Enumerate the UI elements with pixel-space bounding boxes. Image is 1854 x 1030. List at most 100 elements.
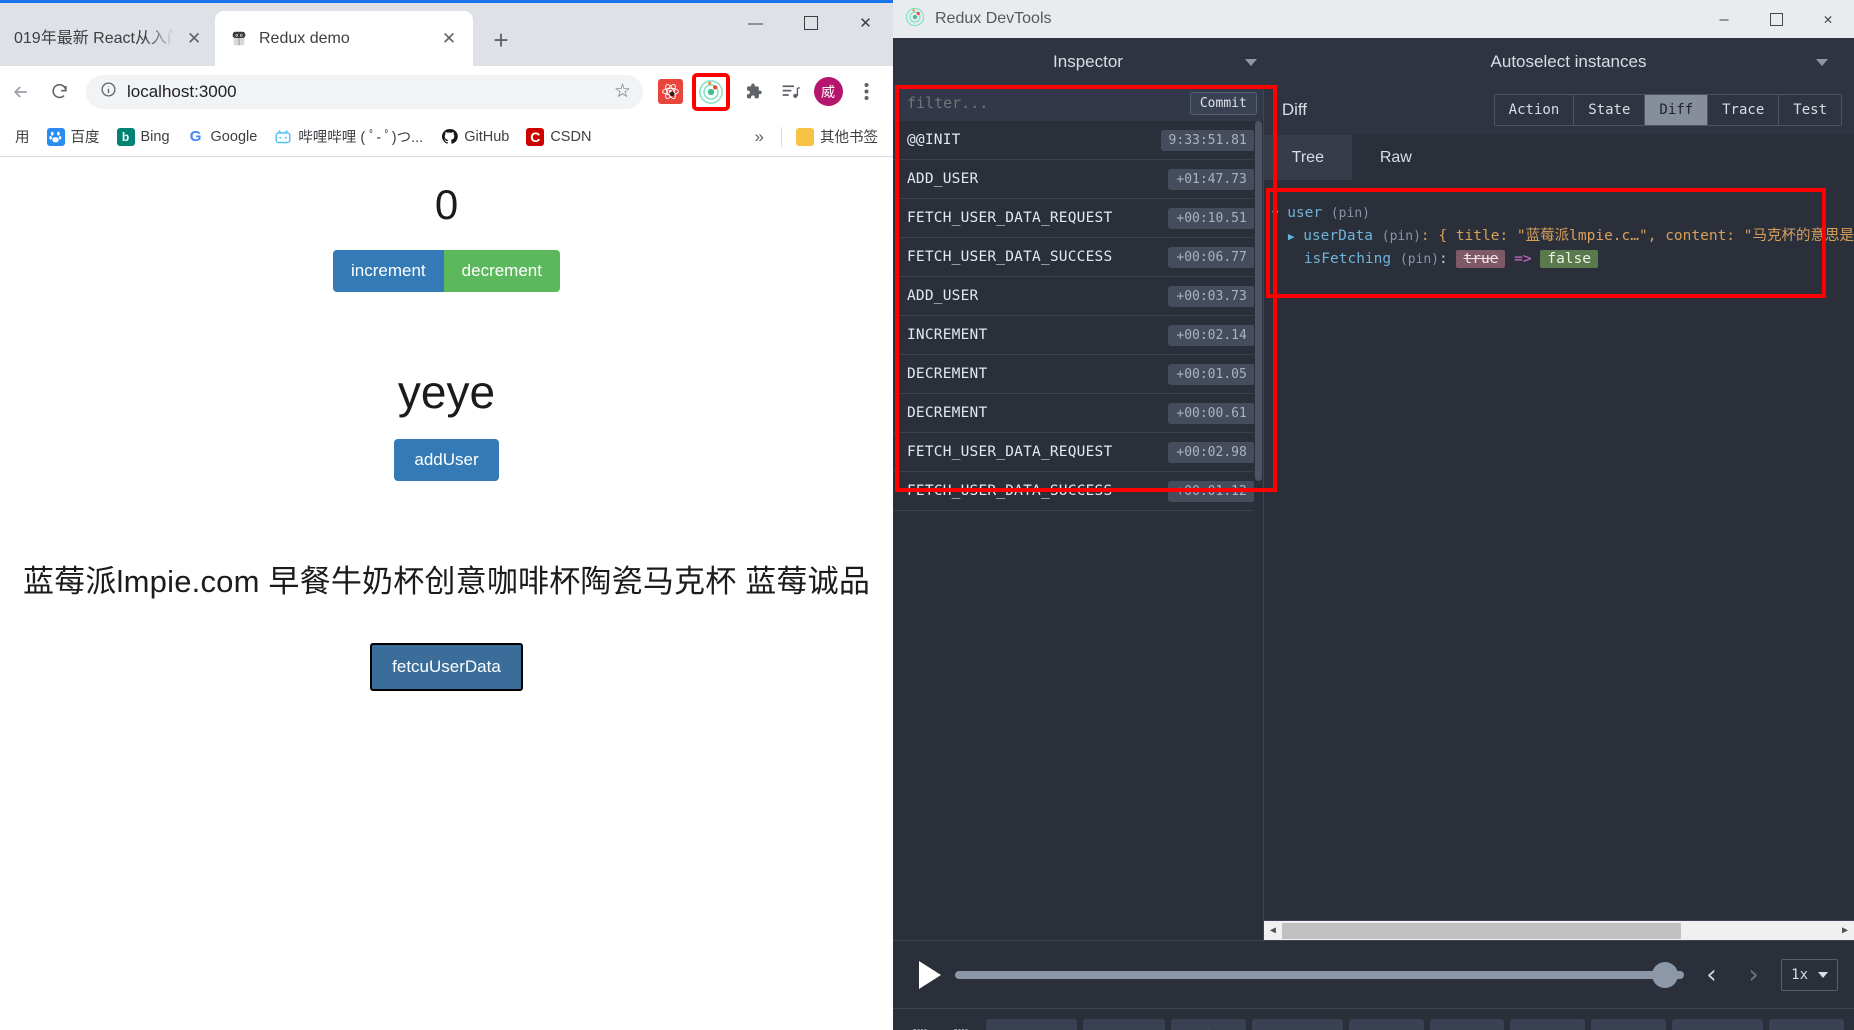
- bookmark-item-bing[interactable]: b Bing: [110, 124, 177, 150]
- export-button[interactable]: [1510, 1019, 1586, 1030]
- maximize-button[interactable]: [783, 3, 838, 43]
- site-info-icon[interactable]: [100, 81, 117, 103]
- extension-react-devtools-icon[interactable]: [653, 75, 687, 109]
- chevron-right-icon[interactable]: ▶: [1288, 230, 1295, 243]
- scroll-right-icon[interactable]: ▶: [1836, 925, 1854, 936]
- table-row[interactable]: ADD_USER +00:03.73: [893, 277, 1263, 316]
- keyboard-button[interactable]: [1251, 1019, 1343, 1030]
- instances-selector[interactable]: Autoselect instances: [1283, 38, 1854, 85]
- time-travel-slider[interactable]: [955, 961, 1684, 988]
- settings-button[interactable]: [1769, 1019, 1845, 1030]
- step-forward-button[interactable]: ›: [1739, 960, 1767, 990]
- table-row[interactable]: DECREMENT +00:01.05: [893, 355, 1263, 394]
- action-name: DECREMENT: [907, 366, 988, 382]
- tab-close-icon[interactable]: ✕: [185, 27, 203, 51]
- slider-track[interactable]: [955, 970, 1684, 979]
- bing-icon: b: [116, 127, 135, 146]
- increment-button[interactable]: increment: [333, 250, 444, 292]
- new-tab-button[interactable]: +: [483, 22, 519, 58]
- bookmark-item-google[interactable]: G Google: [180, 124, 265, 150]
- tab-diff[interactable]: Diff: [1645, 95, 1709, 125]
- bookmark-item-csdn[interactable]: C CSDN: [519, 124, 598, 150]
- close-button[interactable]: ✕: [838, 3, 893, 43]
- commit-button[interactable]: Commit: [1189, 91, 1257, 115]
- lock-button[interactable]: Lock: [1083, 1019, 1165, 1030]
- table-row[interactable]: DECREMENT +00:00.61: [893, 394, 1263, 433]
- diff-row-isfetching[interactable]: isFetching (pin): true => false: [1272, 248, 1854, 271]
- bookmark-star-icon[interactable]: ☆: [608, 80, 637, 103]
- diff-horizontal-scrollbar[interactable]: ◀ ▶: [1263, 920, 1854, 941]
- address-text[interactable]: localhost:3000: [127, 82, 608, 102]
- table-row[interactable]: FETCH_USER_DATA_REQUEST +00:02.98: [893, 433, 1263, 472]
- remote-button[interactable]: [1672, 1019, 1764, 1030]
- tab-redux-demo[interactable]: Redux demo ✕: [215, 11, 473, 66]
- reading-list-icon[interactable]: [773, 75, 807, 109]
- persist-button[interactable]: [1170, 1019, 1246, 1030]
- tab-title: Redux demo: [259, 30, 350, 47]
- profile-avatar[interactable]: 威: [811, 75, 845, 109]
- table-row[interactable]: INCREMENT +00:02.14: [893, 316, 1263, 355]
- chevron-down-icon: [1816, 58, 1828, 66]
- decrement-button[interactable]: decrement: [443, 250, 560, 292]
- bookmark-item-bilibili[interactable]: 哔哩哔哩 ( ﾟ- ﾟ)つ...: [267, 122, 430, 151]
- inspector-monitor-toggle[interactable]: [944, 1019, 980, 1030]
- tab-react-course[interactable]: 019年最新 React从入门到实战 ✕: [0, 11, 215, 66]
- table-row[interactable]: ADD_USER +01:47.73: [893, 160, 1263, 199]
- devtools-minimize-button[interactable]: —: [1698, 0, 1750, 38]
- table-row[interactable]: FETCH_USER_DATA_SUCCESS +00:06.77: [893, 238, 1263, 277]
- speed-selector[interactable]: 1x: [1781, 958, 1838, 991]
- reload-icon[interactable]: [42, 75, 76, 109]
- import-button[interactable]: [1429, 1019, 1505, 1030]
- back-icon[interactable]: [4, 75, 38, 109]
- devtools-close-button[interactable]: ✕: [1802, 0, 1854, 38]
- scrollbar-thumb[interactable]: [1254, 121, 1262, 481]
- pause-button[interactable]: Pause: [986, 1019, 1078, 1030]
- bookmarks-overflow-button[interactable]: »: [745, 123, 774, 151]
- bookmark-item-0[interactable]: 用: [8, 122, 37, 151]
- action-name: FETCH_USER_DATA_SUCCESS: [907, 483, 1113, 499]
- bookmark-item-github[interactable]: GitHub: [433, 124, 516, 150]
- tab-state[interactable]: State: [1574, 95, 1646, 125]
- diff-arrow: =>: [1514, 251, 1532, 267]
- diff-tree: ▼ user (pin) ▶ userData (pin): { title: …: [1264, 180, 1854, 271]
- scroll-left-icon[interactable]: ◀: [1264, 925, 1282, 936]
- tab-tree[interactable]: Tree: [1263, 135, 1352, 180]
- diff-row-user[interactable]: ▼ user (pin): [1272, 202, 1854, 225]
- tab-raw[interactable]: Raw: [1351, 135, 1440, 180]
- action-list-scrollbar[interactable]: [1253, 121, 1263, 940]
- minimize-button[interactable]: —: [728, 3, 783, 43]
- tab-action[interactable]: Action: [1494, 95, 1575, 125]
- chevron-down-icon[interactable]: ▼: [1272, 207, 1279, 220]
- tab-trace[interactable]: Trace: [1708, 95, 1780, 125]
- extensions-puzzle-icon[interactable]: [735, 75, 769, 109]
- filter-input[interactable]: [907, 94, 1190, 112]
- log-monitor-toggle[interactable]: [903, 1019, 939, 1030]
- table-row[interactable]: FETCH_USER_DATA_SUCCESS +00:01.12: [893, 472, 1263, 511]
- fetch-user-data-button[interactable]: fetcuUserData: [370, 643, 523, 691]
- play-button[interactable]: [919, 960, 941, 989]
- scrollbar-thumb[interactable]: [1281, 922, 1681, 939]
- bookmark-item-baidu[interactable]: 百度: [40, 122, 107, 151]
- table-row[interactable]: FETCH_USER_DATA_REQUEST +00:10.51: [893, 199, 1263, 238]
- chrome-menu-icon[interactable]: [849, 75, 883, 109]
- chevron-down-icon: [1818, 971, 1828, 978]
- table-row[interactable]: @@INIT 9:33:51.81: [893, 121, 1263, 160]
- folder-icon: [796, 127, 814, 146]
- step-back-button[interactable]: ‹: [1698, 960, 1726, 990]
- tab-test[interactable]: Test: [1779, 95, 1841, 125]
- devtools-maximize-button[interactable]: [1750, 0, 1802, 38]
- extension-redux-devtools-icon[interactable]: [691, 72, 731, 112]
- diff-row-userdata[interactable]: ▶ userData (pin): { title: "蓝莓派lmpie.c…"…: [1272, 225, 1854, 248]
- omnibox[interactable]: localhost:3000 ☆: [86, 74, 643, 109]
- dispatcher-button[interactable]: [1348, 1019, 1424, 1030]
- scrollbar-track[interactable]: [1281, 921, 1836, 941]
- tab-close-icon[interactable]: ✕: [437, 27, 461, 51]
- screen-root: 019年最新 React从入门到实战 ✕ Redux demo ✕ +: [0, 0, 1854, 1030]
- inspector-selector[interactable]: Inspector: [893, 38, 1283, 85]
- other-bookmarks-folder[interactable]: 其他书签: [789, 122, 885, 151]
- slider-thumb[interactable]: [1651, 961, 1678, 988]
- print-button[interactable]: [1591, 1019, 1667, 1030]
- add-user-button[interactable]: addUser: [394, 439, 499, 481]
- speed-label: 1x: [1791, 966, 1808, 983]
- csdn-icon: C: [526, 127, 545, 146]
